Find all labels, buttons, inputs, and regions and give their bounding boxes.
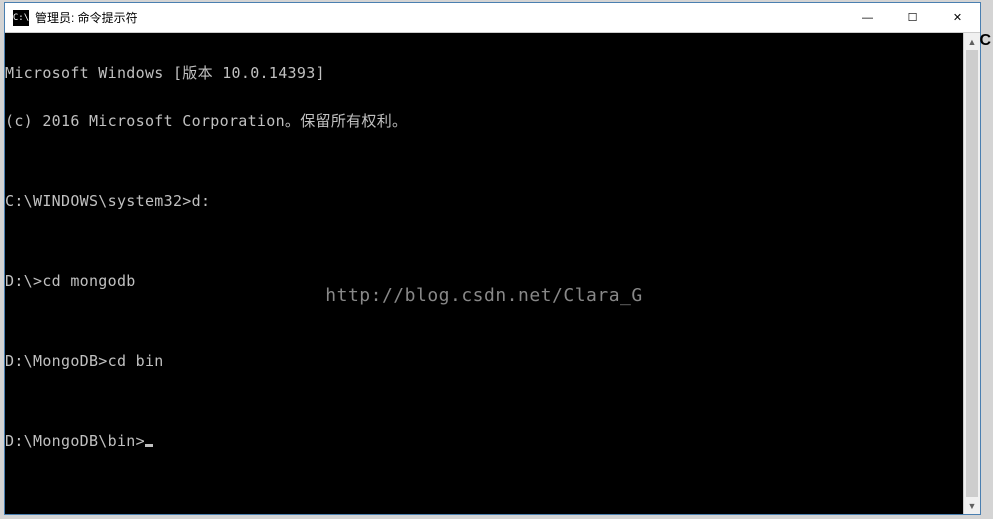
cmd-window: C:\ 管理员: 命令提示符 — ☐ ✕ Microsoft Windows […: [4, 2, 981, 515]
outside-character: C: [979, 32, 991, 50]
scroll-down-arrow[interactable]: ▼: [964, 497, 980, 514]
window-controls: — ☐ ✕: [845, 3, 980, 32]
watermark: http://blog.csdn.net/Clara_G: [5, 288, 963, 304]
terminal-line: (c) 2016 Microsoft Corporation。保留所有权利。: [5, 113, 963, 129]
scroll-thumb[interactable]: [966, 50, 978, 497]
titlebar[interactable]: C:\ 管理员: 命令提示符 — ☐ ✕: [5, 3, 980, 33]
terminal-line: D:\MongoDB>cd bin: [5, 353, 963, 369]
terminal-prompt-line: D:\MongoDB\bin>: [5, 433, 963, 449]
minimize-button[interactable]: —: [845, 3, 890, 32]
terminal-line: Microsoft Windows [版本 10.0.14393]: [5, 65, 963, 81]
terminal-line: D:\>cd mongodb: [5, 273, 963, 289]
cmd-icon: C:\: [13, 10, 29, 26]
scroll-track[interactable]: [964, 50, 980, 497]
terminal-prompt: D:\MongoDB\bin>: [5, 432, 145, 450]
scroll-up-arrow[interactable]: ▲: [964, 33, 980, 50]
close-button[interactable]: ✕: [935, 3, 980, 32]
terminal-area: Microsoft Windows [版本 10.0.14393] (c) 20…: [5, 33, 980, 514]
terminal[interactable]: Microsoft Windows [版本 10.0.14393] (c) 20…: [5, 33, 963, 514]
terminal-line: C:\WINDOWS\system32>d:: [5, 193, 963, 209]
vertical-scrollbar[interactable]: ▲ ▼: [963, 33, 980, 514]
maximize-button[interactable]: ☐: [890, 3, 935, 32]
window-title: 管理员: 命令提示符: [35, 9, 138, 26]
cursor: [145, 444, 153, 447]
